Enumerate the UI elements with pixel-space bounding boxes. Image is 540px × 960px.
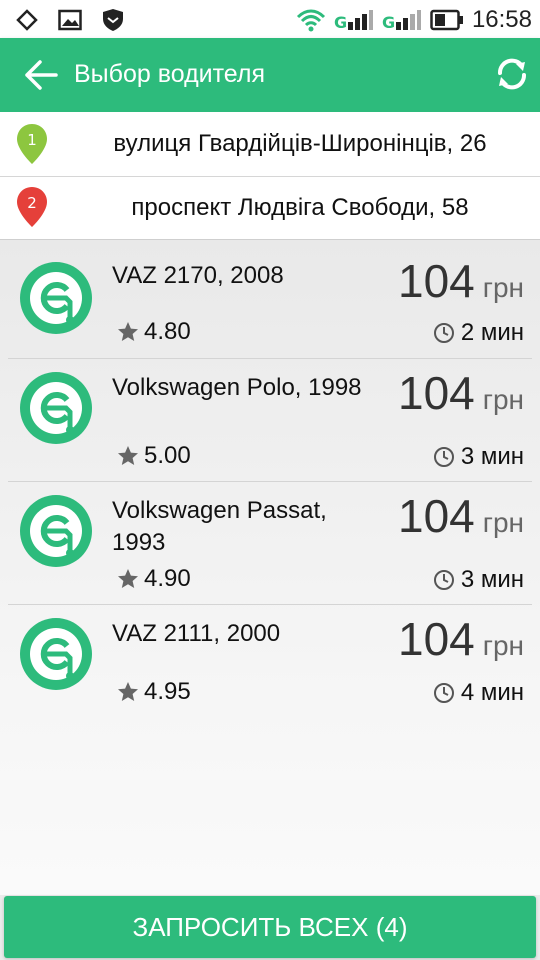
location-icon <box>16 9 38 31</box>
driver-list: VAZ 2170, 2008 4.80 104 грн 2 мин Volkswa… <box>0 240 540 895</box>
star-icon <box>118 322 138 341</box>
status-bar: G G 16:58 <box>0 0 540 38</box>
request-all-button[interactable]: ЗАПРОСИТЬ ВСЕХ (4) <box>4 896 536 958</box>
star-icon <box>118 569 138 588</box>
taxi-logo-icon <box>20 262 92 334</box>
refresh-icon[interactable] <box>492 54 532 94</box>
clock-icon <box>433 447 454 467</box>
rating: 4.95 <box>116 678 191 706</box>
price-value: 104 <box>398 367 475 419</box>
rating: 5.00 <box>116 442 191 470</box>
arrow-back-icon[interactable] <box>22 58 62 92</box>
eta-value: 2 мин <box>460 319 524 346</box>
driver-row[interactable]: VAZ 2111, 2000 4.95 104 грн 4 мин <box>8 606 532 720</box>
price: 104 грн <box>398 489 524 543</box>
divider <box>8 481 532 482</box>
price: 104 грн <box>398 612 524 666</box>
rating-value: 4.80 <box>144 318 191 345</box>
currency: грн <box>482 630 524 661</box>
marker-label: 2 <box>27 194 37 212</box>
rating-value: 5.00 <box>144 442 191 469</box>
clock-icon <box>433 570 454 590</box>
rating: 4.90 <box>116 565 191 593</box>
from-address: вулиця Гвардійців-Широнінців, 26 <box>113 130 487 157</box>
clock-icon <box>433 323 454 343</box>
svg-text:G: G <box>334 13 347 32</box>
battery-icon <box>430 9 463 31</box>
currency: грн <box>482 272 524 303</box>
app-bar: Выбор водителя <box>0 38 540 112</box>
marker-label: 1 <box>27 131 37 149</box>
car-name: VAZ 2170, 2008 <box>112 262 284 289</box>
car-name: VAZ 2111, 2000 <box>112 620 281 647</box>
driver-row[interactable]: VAZ 2170, 2008 4.80 104 грн 2 мин <box>8 240 532 359</box>
eta-value: 3 мин <box>460 566 524 593</box>
rating-value: 4.95 <box>144 678 191 705</box>
shield-icon <box>103 9 123 31</box>
eta: 2 мин <box>433 319 524 347</box>
eta-value: 4 мин <box>460 679 524 706</box>
divider <box>8 358 532 359</box>
price: 104 грн <box>398 254 524 308</box>
driver-row[interactable]: Volkswagen Polo, 1998 5.00 104 грн 3 мин <box>8 360 532 482</box>
car-name: Volkswagen Polo, 1998 <box>112 374 362 401</box>
eta: 3 мин <box>433 566 524 594</box>
svg-text:G: G <box>382 13 395 32</box>
signal-icon: G <box>382 10 421 32</box>
currency: грн <box>482 384 524 415</box>
rating-value: 4.90 <box>144 565 191 592</box>
price: 104 грн <box>398 366 524 420</box>
eta: 3 мин <box>433 443 524 471</box>
driver-row[interactable]: Volkswagen Passat, 1993 4.90 104 грн 3 ми… <box>8 483 532 605</box>
taxi-logo-icon <box>20 372 92 444</box>
clock-icon <box>433 683 454 703</box>
star-icon <box>118 682 138 701</box>
star-icon <box>118 446 138 465</box>
rating: 4.80 <box>116 318 191 346</box>
to-address: проспект Людвіга Свободи, 58 <box>131 194 469 221</box>
route-to[interactable]: 2 проспект Людвіга Свободи, 58 <box>0 177 540 240</box>
route-from[interactable]: 1 вулиця Гвардійців-Широнінців, 26 <box>0 112 540 177</box>
price-value: 104 <box>398 490 475 542</box>
price-value: 104 <box>398 255 475 307</box>
taxi-logo-icon <box>20 495 92 567</box>
taxi-logo-icon <box>20 618 92 690</box>
eta-value: 3 мин <box>460 443 524 470</box>
signal-icon: G <box>334 10 373 32</box>
map-pin-icon: 1 <box>17 124 47 164</box>
divider <box>8 604 532 605</box>
wifi-icon <box>296 9 325 32</box>
image-icon <box>58 9 82 31</box>
map-pin-icon: 2 <box>17 187 47 227</box>
eta: 4 мин <box>433 679 524 707</box>
price-value: 104 <box>398 613 475 665</box>
page-title: Выбор водителя <box>74 60 265 88</box>
car-name: Volkswagen Passat, 1993 <box>112 497 327 556</box>
currency: грн <box>482 507 524 538</box>
clock: 16:58 <box>471 6 532 33</box>
